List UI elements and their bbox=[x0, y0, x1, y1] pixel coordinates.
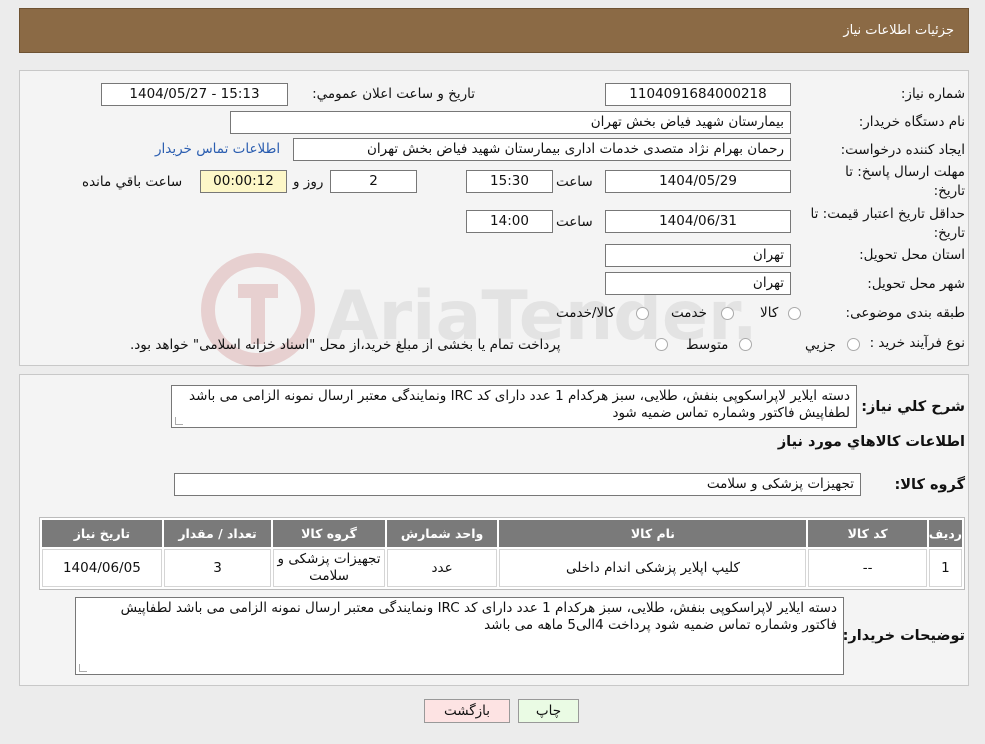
city-label: شهر محل تحويل: bbox=[867, 276, 965, 292]
creator-field: رحمان بهرام نژاد متصدی خدمات اداری بيمار… bbox=[293, 138, 791, 161]
process-radio-medium[interactable] bbox=[739, 338, 752, 351]
city-field: تهران bbox=[605, 272, 791, 295]
col-group: گروه كالا bbox=[273, 520, 385, 547]
announce-label: تاریخ و ساعت اعلان عمومي: bbox=[312, 86, 475, 102]
announce-field: 1404/05/27 - 15:13 bbox=[101, 83, 288, 106]
summary-label: شرح كلي نياز: bbox=[861, 399, 965, 415]
cell-date: 1404/06/05 bbox=[42, 549, 162, 587]
goods-group-field: تجهیزات پزشکی و سلامت bbox=[174, 473, 861, 496]
deadline-label: مهلت ارسال پاسخ: تا bbox=[845, 164, 965, 180]
process-option-medium: متوسط bbox=[686, 337, 729, 353]
buyer-contact-link[interactable]: اطلاعات تماس خريدار bbox=[155, 141, 280, 157]
deadline-date-field: 1404/05/29 bbox=[605, 170, 791, 193]
buyer-notes-label: توضيحات خريدار: bbox=[842, 628, 965, 644]
print-button[interactable]: چاپ bbox=[518, 699, 579, 723]
days-label: روز و bbox=[293, 174, 324, 190]
cell-qty: 3 bbox=[163, 549, 272, 587]
category-radio-both[interactable] bbox=[636, 307, 649, 320]
validity-label-2: تاريخ: bbox=[933, 225, 965, 241]
deadline-time-label: ساعت bbox=[556, 174, 593, 190]
col-qty: تعداد / مقدار bbox=[163, 520, 272, 547]
process-label: نوع فرآيند خريد : bbox=[869, 335, 965, 351]
goods-table-header: رديف كد كالا نام كالا واحد شمارش گروه كا… bbox=[42, 520, 962, 547]
province-field: تهران bbox=[605, 244, 791, 267]
remaining-time-field: 00:00:12 bbox=[200, 170, 287, 193]
buyer-notes-text: دسته ایلایر لاپراسکوپی بنفش، طلایی، سبز … bbox=[120, 600, 837, 633]
col-index: رديف bbox=[928, 520, 962, 547]
process-option-minor: جزيي bbox=[805, 337, 836, 353]
table-row: 1 -- کلیپ اپلایر پزشکی اندام داخلی عدد ت… bbox=[42, 549, 962, 587]
summary-text: دسته ایلایر لاپراسکوپی بنفش، طلایی، سبز … bbox=[189, 388, 850, 421]
cell-name: کلیپ اپلایر پزشکی اندام داخلی bbox=[499, 549, 807, 587]
cell-index: 1 bbox=[928, 549, 962, 587]
cell-unit: عدد bbox=[386, 549, 498, 587]
category-radio-goods[interactable] bbox=[788, 307, 801, 320]
cell-group: تجهيزات پزشكی و سلامت bbox=[273, 549, 385, 587]
buyer-notes-textarea[interactable]: دسته ایلایر لاپراسکوپی بنفش، طلایی، سبز … bbox=[75, 597, 844, 675]
province-label: استان محل تحويل: bbox=[859, 247, 965, 263]
col-unit: واحد شمارش bbox=[386, 520, 498, 547]
goods-group-label: گروه كالا: bbox=[894, 477, 965, 493]
deadline-label-2: تاریخ: bbox=[933, 183, 965, 199]
resize-grip-icon[interactable] bbox=[175, 417, 183, 425]
validity-label: حداقل تاريخ اعتبار قيمت: تا bbox=[810, 206, 965, 222]
need-number-field: 1104091684000218 bbox=[605, 83, 791, 106]
category-option-service: خدمت bbox=[671, 305, 707, 321]
validity-time-field: 14:00 bbox=[466, 210, 553, 233]
need-number-label: شماره نیاز: bbox=[900, 86, 965, 102]
process-radio-treasury[interactable] bbox=[655, 338, 668, 351]
process-note: پرداخت تمام يا بخشی از مبلغ خريد،از محل … bbox=[130, 337, 561, 353]
process-radio-minor[interactable] bbox=[847, 338, 860, 351]
validity-date-field: 1404/06/31 bbox=[605, 210, 791, 233]
resize-grip-icon[interactable] bbox=[79, 664, 87, 672]
col-code: كد كالا bbox=[808, 520, 927, 547]
remaining-label: ساعت باقي مانده bbox=[82, 174, 183, 190]
deadline-time-field: 15:30 bbox=[466, 170, 553, 193]
category-label: طبقه بندی موضوعی: bbox=[845, 305, 965, 321]
buyer-org-label: نام دستگاه خريدار: bbox=[858, 114, 965, 130]
category-option-both: كالا/خدمت bbox=[556, 305, 615, 321]
days-field: 2 bbox=[330, 170, 417, 193]
page-header: جزئیات اطلاعات نیاز bbox=[19, 8, 969, 53]
category-radio-service[interactable] bbox=[721, 307, 734, 320]
category-option-goods: كالا bbox=[760, 305, 779, 321]
validity-time-label: ساعت bbox=[556, 214, 593, 230]
summary-textarea[interactable]: دسته ایلایر لاپراسکوپی بنفش، طلایی، سبز … bbox=[171, 385, 857, 428]
col-date: تاريخ نياز bbox=[42, 520, 162, 547]
buyer-org-field: بيمارستان شهيد فياض بخش تهران bbox=[230, 111, 791, 134]
creator-label: ايجاد كننده درخواست: bbox=[840, 142, 965, 158]
goods-section-title: اطلاعات كالاهاي مورد نياز bbox=[777, 434, 965, 450]
col-name: نام كالا bbox=[499, 520, 807, 547]
goods-table: رديف كد كالا نام كالا واحد شمارش گروه كا… bbox=[39, 517, 965, 590]
cell-code: -- bbox=[808, 549, 927, 587]
page-title: جزئیات اطلاعات نیاز bbox=[843, 23, 954, 38]
back-button[interactable]: بازگشت bbox=[424, 699, 510, 723]
